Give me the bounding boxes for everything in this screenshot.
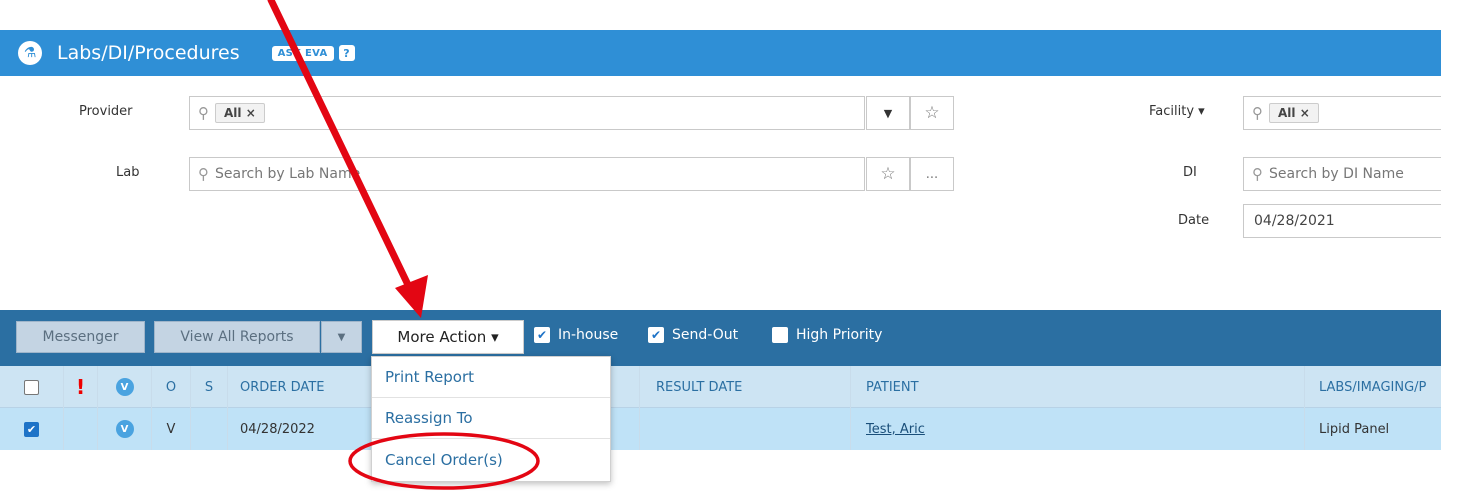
row-v-cell: V xyxy=(98,408,152,450)
col-result-date[interactable]: RESULT DATE xyxy=(640,366,851,408)
date-input[interactable]: 04/28/2021 xyxy=(1243,204,1441,238)
date-label: Date xyxy=(1178,213,1210,228)
flask-icon: ⚗ xyxy=(18,41,42,65)
page-title: Labs/DI/Procedures xyxy=(57,42,240,64)
row-select-cell: ✔ xyxy=(0,408,64,450)
facility-chip[interactable]: All × xyxy=(1269,103,1319,123)
provider-label: Provider xyxy=(79,104,133,119)
row-checkbox-checked-icon[interactable]: ✔ xyxy=(24,421,39,437)
priority-col: ! xyxy=(64,366,98,408)
row-o-cell: V xyxy=(152,408,191,450)
date-value: 04/28/2021 xyxy=(1254,213,1335,229)
more-action-button[interactable]: More Action ▾ xyxy=(372,320,524,354)
menu-item-reassign-to[interactable]: Reassign To xyxy=(372,398,610,439)
high-priority-toggle[interactable]: High Priority xyxy=(772,327,882,343)
lab-search-placeholder: Search by Lab Name xyxy=(215,166,361,182)
provider-favorite-star-icon[interactable]: ☆ xyxy=(910,96,954,130)
patient-link[interactable]: Test, Aric xyxy=(866,422,925,437)
row-labs-cell: Lipid Panel xyxy=(1319,421,1390,437)
more-action-menu: Print Report Reassign To Cancel Order(s) xyxy=(371,356,611,482)
col-labs[interactable]: LABS/IMAGING/P xyxy=(1305,366,1441,408)
view-reports-caret-icon[interactable]: ▼ xyxy=(321,321,362,353)
module-header: ⚗ Labs/DI/Procedures ASK EVA ? xyxy=(0,30,1441,76)
search-icon: ⚲ xyxy=(198,165,209,183)
view-all-reports-button[interactable]: View All Reports xyxy=(154,321,320,353)
search-icon: ⚲ xyxy=(1252,165,1263,183)
lab-favorite-star-icon[interactable]: ☆ xyxy=(866,157,910,191)
checkbox-unchecked-icon[interactable] xyxy=(772,327,788,343)
inhouse-toggle[interactable]: ✔ In-house xyxy=(534,327,618,343)
table-row[interactable]: ✔ V V 04/28/2022 Test, Aric Lipid Panel xyxy=(0,408,1441,450)
di-search-input[interactable]: ⚲ Search by DI Name xyxy=(1243,157,1441,191)
results-toolbar: Messenger View All Reports ▼ More Action… xyxy=(0,310,1441,366)
col-s[interactable]: S xyxy=(191,366,228,408)
v-badge-icon: V xyxy=(115,420,134,438)
lab-search-input[interactable]: ⚲ Search by Lab Name xyxy=(189,157,865,191)
table-header: ! V O S ORDER DATE RESULT DATE PATIENT L… xyxy=(0,366,1441,408)
row-result-date xyxy=(640,408,851,450)
di-search-placeholder: Search by DI Name xyxy=(1269,166,1404,182)
select-all-checkbox[interactable] xyxy=(24,379,39,395)
menu-item-print-report[interactable]: Print Report xyxy=(372,357,610,398)
v-badge-icon: V xyxy=(115,378,134,396)
provider-field[interactable]: ⚲ All × xyxy=(189,96,865,130)
provider-dropdown-caret-icon[interactable]: ▼ xyxy=(866,96,910,130)
priority-exclamation-icon: ! xyxy=(75,375,86,399)
checkbox-checked-icon[interactable]: ✔ xyxy=(648,327,664,343)
provider-chip[interactable]: All × xyxy=(215,103,265,123)
menu-item-cancel-orders[interactable]: Cancel Order(s) xyxy=(372,439,610,480)
row-patient-cell: Test, Aric xyxy=(851,408,1305,450)
row-s-cell xyxy=(191,408,228,450)
lab-more-button[interactable]: ... xyxy=(910,157,954,191)
facility-field[interactable]: ⚲ All × xyxy=(1243,96,1441,130)
facility-label[interactable]: Facility ▾ xyxy=(1149,104,1205,119)
messenger-button[interactable]: Messenger xyxy=(16,321,145,353)
help-button[interactable]: ? xyxy=(338,45,355,61)
lab-label: Lab xyxy=(116,165,140,180)
search-icon: ⚲ xyxy=(198,104,209,122)
col-patient[interactable]: PATIENT xyxy=(851,366,1305,408)
inhouse-label: In-house xyxy=(558,327,619,343)
search-icon: ⚲ xyxy=(1252,104,1263,122)
checkbox-checked-icon[interactable]: ✔ xyxy=(534,327,550,343)
high-priority-label: High Priority xyxy=(796,327,883,343)
col-o[interactable]: O xyxy=(152,366,191,408)
sendout-label: Send-Out xyxy=(672,327,739,343)
row-priority-cell xyxy=(64,408,98,450)
ask-eva-button[interactable]: ASK EVA xyxy=(271,45,334,61)
sendout-toggle[interactable]: ✔ Send-Out xyxy=(648,327,738,343)
select-all-cell xyxy=(0,366,64,408)
di-label: DI xyxy=(1183,165,1197,180)
v-col: V xyxy=(98,366,152,408)
